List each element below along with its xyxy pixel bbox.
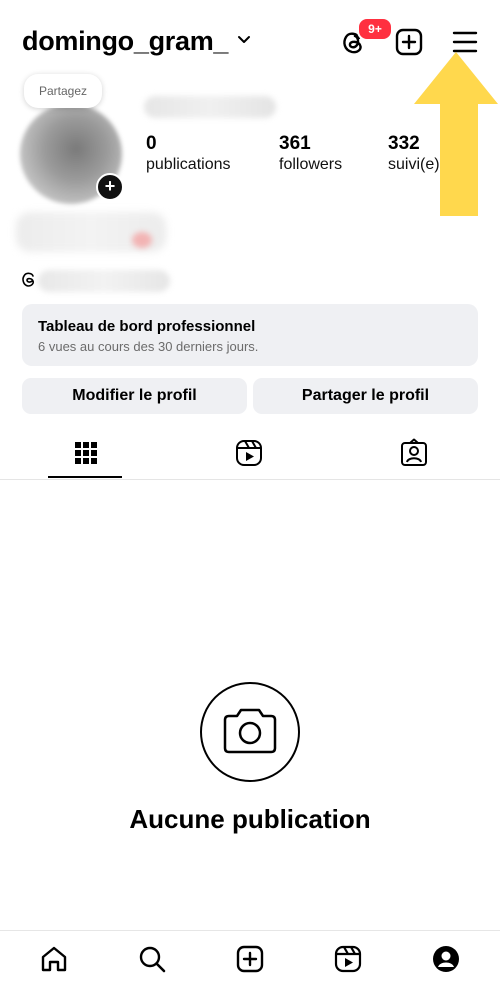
home-icon[interactable] [39, 944, 69, 974]
stat-publications-count: 0 [146, 133, 157, 154]
profile-icon[interactable] [431, 944, 461, 974]
grid-icon[interactable] [71, 438, 101, 468]
stat-following-label[interactable]: suivi(e) [388, 156, 440, 174]
stat-publications-label: publications [146, 156, 231, 173]
reels-icon[interactable] [234, 438, 264, 468]
profile-username[interactable]: domingo_gram_ [22, 26, 228, 57]
camera-icon [223, 708, 277, 754]
stat-following-count[interactable]: 332 [388, 133, 420, 155]
stat-followers-label[interactable]: followers [279, 156, 342, 174]
edit-profile-button[interactable]: Modifier le profil [22, 378, 247, 414]
threads-notification-badge: 9+ [357, 17, 393, 41]
tagged-icon[interactable] [399, 438, 429, 468]
active-tab-indicator [48, 476, 122, 478]
bottom-nav-divider [0, 930, 500, 931]
dashboard-title: Tableau de bord professionnel [38, 318, 256, 335]
dashboard-subtitle: 6 vues au cours des 30 derniers jours. [38, 339, 259, 354]
annotation-arrow-icon [414, 52, 498, 216]
blurred-display-name [144, 96, 276, 118]
add-story-icon[interactable]: + [96, 173, 124, 201]
blurred-threads-handle[interactable] [38, 270, 170, 292]
share-profile-button[interactable]: Partager le profil [253, 378, 478, 414]
blurred-emoji [132, 232, 152, 248]
stat-followers-count[interactable]: 361 [279, 133, 311, 155]
reels-nav-icon[interactable] [333, 944, 363, 974]
empty-state-title: Aucune publication [129, 804, 371, 834]
threads-link-icon[interactable] [20, 270, 38, 288]
tab-divider [0, 479, 500, 480]
professional-dashboard-card[interactable]: Tableau de bord professionnel 6 vues au … [22, 304, 478, 366]
create-nav-icon[interactable] [235, 944, 265, 974]
note-bubble[interactable]: Partagez [24, 74, 102, 108]
search-icon[interactable] [137, 944, 167, 974]
chevron-down-icon[interactable] [236, 34, 252, 46]
